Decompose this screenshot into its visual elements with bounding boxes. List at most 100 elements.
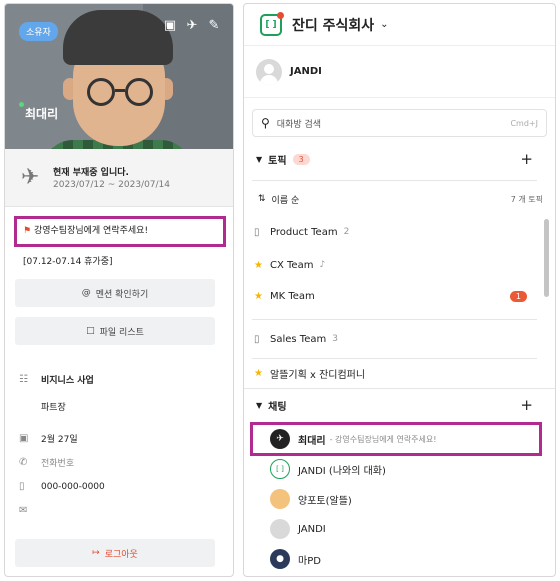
topic-name: Product Team — [270, 226, 338, 238]
file-icon: □ — [86, 326, 95, 336]
topic-name: Sales Team — [270, 333, 327, 345]
scrollbar[interactable] — [544, 219, 549, 297]
chat-item[interactable]: [ ] JANDI (나와의 대화) — [244, 454, 539, 484]
chevron-down-icon: ▼ — [256, 154, 263, 164]
org-chart-icon: ☷ — [19, 374, 28, 385]
file-list-button[interactable]: □ 파일 리스트 — [15, 317, 215, 345]
profile-cover: 소유자 ▣ ✈ ✎ 최대리 — [5, 4, 233, 149]
birthday: 2월 27일 — [41, 435, 78, 445]
avatar-glasses-bridge — [115, 89, 125, 92]
away-notice: ✈ 현재 부재중 입니다. 2023/07/12 ~ 2023/07/14 — [5, 149, 233, 207]
search-icon: ⚲ — [261, 116, 270, 130]
topic-item[interactable]: ▯ Product Team 2 — [244, 217, 539, 247]
mobile-row: ▯ 000-000-0000 — [19, 481, 105, 492]
mention-button-label: 멘션 확인하기 — [95, 289, 149, 300]
chevron-down-icon: ▼ — [256, 400, 263, 410]
topic-name: MK Team — [270, 290, 315, 302]
star-icon: ★ — [254, 367, 263, 379]
jandi-logo-icon: [ ] — [260, 11, 284, 36]
profile-panel: 소유자 ▣ ✈ ✎ 최대리 ✈ 현재 부재중 입니다. 2023/07/12 ~… — [4, 3, 234, 577]
chevron-down-icon: ⌄ — [380, 19, 389, 30]
section-divider — [252, 180, 537, 181]
chat-item[interactable]: ✈ 최대리 - 강영수팀장님에게 연락주세요! — [244, 424, 539, 454]
phone-placeholder: 전화번호 — [41, 459, 75, 469]
phone-icon: ✆ — [19, 457, 28, 468]
online-status-dot — [19, 102, 24, 107]
logout-icon: ↦ — [92, 548, 100, 558]
chat-name: 마PD — [298, 555, 321, 567]
status-message: 강영수팀장님에게 연락주세요! — [33, 226, 149, 236]
logout-button[interactable]: ↦ 로그아웃 — [15, 539, 215, 567]
avatar-glasses-right — [125, 78, 153, 106]
chat-section-header[interactable]: ▼ 채팅 + — [244, 392, 555, 418]
file-list-button-label: 파일 리스트 — [99, 327, 144, 338]
section-divider — [244, 388, 555, 389]
add-chat-icon[interactable]: + — [520, 396, 533, 414]
topic-count-badge: 3 — [292, 153, 310, 165]
jandi-logo-icon: [ ] — [270, 459, 290, 479]
status-message-box: ⚑ 강영수팀장님에게 연락주세요! — [14, 216, 226, 247]
section-divider — [252, 319, 537, 320]
folder-icon: ▯ — [254, 333, 260, 345]
chat-name: 최대리 — [298, 435, 326, 447]
company-name: 잔디 주식회사 — [292, 17, 375, 34]
edit-pencil-icon[interactable]: ✎ — [207, 18, 221, 33]
screenshot-root: 소유자 ▣ ✈ ✎ 최대리 ✈ 현재 부재중 입니다. 2023/07/12 ~… — [0, 0, 560, 581]
topic-item[interactable]: ★ MK Team 1 — [244, 281, 539, 311]
add-topic-icon[interactable]: + — [520, 150, 533, 168]
mute-icon: ♪ — [319, 260, 326, 270]
sort-row[interactable]: ⇅ 이름 순 7 개 토픽 — [244, 187, 555, 211]
mail-icon: ✉ — [19, 505, 28, 516]
chat-item[interactable]: 양포토(알뜰) — [244, 484, 539, 514]
chat-status-message: - 강영수팀장님에게 연락주세요! — [329, 434, 437, 444]
position-row: 파트장 — [19, 400, 66, 413]
current-user-row[interactable]: JANDI — [244, 46, 555, 98]
search-placeholder: 대화방 검색 — [276, 119, 322, 130]
chat-item[interactable]: JANDI — [244, 514, 539, 544]
topic-item[interactable]: ▯ Sales Team 3 — [244, 324, 539, 354]
vacation-note: [07.12-07.14 휴가중] — [23, 257, 113, 267]
gift-icon: ▣ — [19, 433, 29, 444]
star-icon: ★ — [254, 290, 263, 302]
star-icon: ★ — [254, 259, 263, 271]
topic-item[interactable]: ★ 알뜰기획 x 잔디컴퍼니 — [244, 358, 539, 388]
avatar — [270, 519, 290, 539]
away-plane-icon[interactable]: ✈ — [185, 18, 199, 33]
search-input[interactable]: ⚲ 대화방 검색 Cmd+J — [252, 109, 547, 137]
birthday-row: ▣ 2월 27일 — [19, 432, 78, 445]
topic-member-count: 3 — [332, 334, 338, 344]
airplane-icon: ✈ — [21, 165, 40, 190]
topic-member-count: 2 — [343, 227, 350, 237]
avatar: ● — [270, 549, 290, 569]
unread-badge: 1 — [509, 290, 527, 302]
chat-label: 채팅 — [268, 401, 287, 413]
email-row: ✉ — [19, 505, 41, 516]
avatar — [270, 489, 290, 509]
chat-name: JANDI — [298, 523, 326, 535]
profile-avatar-illustration — [43, 10, 191, 149]
mobile-number: 000-000-0000 — [41, 481, 105, 492]
sidebar-panel: [ ] 잔디 주식회사 ⌄ JANDI ⚲ 대화방 검색 Cmd+J ▼ 토픽 … — [243, 3, 556, 577]
topic-section-header[interactable]: ▼ 토픽 3 + — [244, 146, 555, 172]
team-header[interactable]: [ ] 잔디 주식회사 ⌄ — [244, 4, 555, 46]
notification-dot — [277, 11, 284, 19]
topic-total: 7 개 토픽 — [510, 194, 543, 204]
topic-label: 토픽 — [268, 155, 287, 167]
sort-label: 이름 순 — [271, 195, 300, 206]
cover-actions: ▣ ✈ ✎ — [163, 18, 221, 33]
airplane-avatar-icon: ✈ — [270, 429, 290, 449]
avatar-hair — [63, 10, 173, 65]
mobile-icon: ▯ — [19, 481, 25, 492]
department-row: ☷ 비지니스 사업 — [19, 373, 94, 386]
mention-button[interactable]: @ 멘션 확인하기 — [15, 279, 215, 307]
topic-name: 알뜰기획 x 잔디컴퍼니 — [270, 369, 366, 381]
gift-icon[interactable]: ▣ — [163, 18, 177, 33]
away-dates: 2023/07/12 ~ 2023/07/14 — [53, 180, 171, 190]
current-user-name: JANDI — [290, 66, 322, 77]
avatar — [256, 58, 282, 85]
chat-item[interactable]: ● 마PD — [244, 544, 539, 574]
topic-name: CX Team — [270, 259, 314, 271]
owner-badge: 소유자 — [19, 22, 58, 41]
folder-icon: ▯ — [254, 226, 260, 238]
topic-item[interactable]: ★ CX Team ♪ — [244, 250, 539, 280]
